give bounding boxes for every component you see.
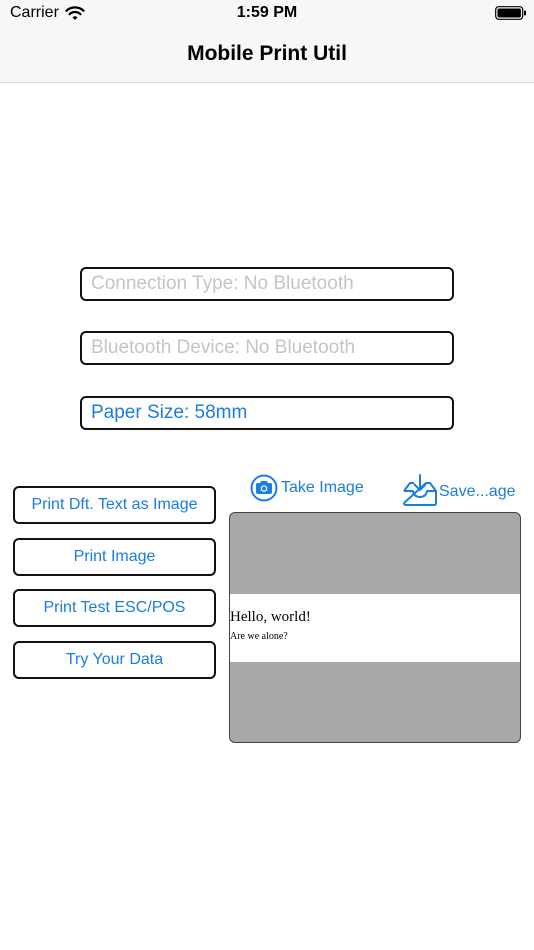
print-test-label: Print Test ESC/POS xyxy=(43,599,186,616)
tray-download-icon xyxy=(403,474,437,506)
status-bar: Carrier 1:59 PM xyxy=(0,0,534,28)
preview-line-1: Hello, world! xyxy=(230,609,311,625)
print-image-button[interactable]: Print Image xyxy=(13,538,216,576)
battery-icon xyxy=(495,6,526,20)
save-image-button[interactable]: Save...age xyxy=(402,473,516,507)
print-default-text-button[interactable]: Print Dft. Text as Image xyxy=(13,486,216,524)
image-preview: Hello, world! Are we alone? xyxy=(229,512,521,743)
camera-icon xyxy=(250,474,278,502)
paper-size-value: Paper Size: 58mm xyxy=(91,402,248,423)
take-image-label: Take Image xyxy=(281,479,364,496)
print-default-text-label: Print Dft. Text as Image xyxy=(31,496,198,513)
print-image-label: Print Image xyxy=(73,548,156,565)
paper-size-field[interactable]: Paper Size: 58mm xyxy=(80,396,454,430)
bluetooth-device-field[interactable]: Bluetooth Device: No Bluetooth xyxy=(80,331,454,365)
navigation-bar: Mobile Print Util xyxy=(0,28,534,83)
try-your-data-label: Try Your Data xyxy=(65,651,164,668)
take-image-button[interactable]: Take Image xyxy=(250,474,364,502)
status-time: 1:59 PM xyxy=(236,4,298,21)
connection-type-placeholder: Connection Type: No Bluetooth xyxy=(91,273,354,294)
preview-line-2: Are we alone? xyxy=(230,631,288,642)
page-title: Mobile Print Util xyxy=(187,42,347,65)
print-test-escpos-button[interactable]: Print Test ESC/POS xyxy=(13,589,216,627)
try-your-data-button[interactable]: Try Your Data xyxy=(13,641,216,679)
connection-type-field[interactable]: Connection Type: No Bluetooth xyxy=(80,267,454,301)
bluetooth-device-placeholder: Bluetooth Device: No Bluetooth xyxy=(91,337,356,358)
receipt-preview: Hello, world! Are we alone? xyxy=(230,594,520,662)
save-image-label: Save...age xyxy=(439,483,516,500)
